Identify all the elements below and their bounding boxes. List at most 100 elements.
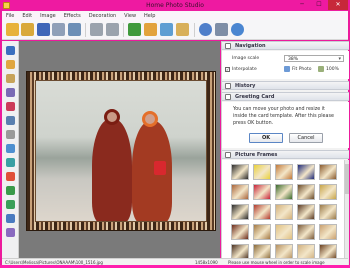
title-bar: Home Photo Studio ─ ☐ ✕ <box>0 0 350 11</box>
frame-thumbnail[interactable] <box>319 184 337 200</box>
menu-bar: File Edit Image Effects Decoration View … <box>2 11 348 20</box>
color-tool-icon[interactable] <box>6 172 15 181</box>
crop-tool-icon[interactable] <box>6 228 15 237</box>
frame-thumbnail[interactable] <box>297 164 315 180</box>
arrow-tool-icon[interactable] <box>6 46 15 55</box>
frame-thumbnail[interactable] <box>231 224 249 240</box>
save-icon[interactable] <box>37 23 50 36</box>
person-figure <box>132 121 172 221</box>
minimize-button[interactable]: ─ <box>294 0 310 10</box>
scan-icon[interactable] <box>68 23 81 36</box>
help-icon[interactable] <box>199 23 212 36</box>
frame-thumbnail[interactable] <box>231 184 249 200</box>
fit-photo-label[interactable]: Fit Photo <box>292 67 312 72</box>
greeting-instructions: You can move your photo and resize it in… <box>233 107 334 126</box>
fit-photo-icon[interactable] <box>284 66 290 72</box>
menu-file[interactable]: File <box>2 13 18 19</box>
crop-icon[interactable] <box>176 23 189 36</box>
frames-grid <box>231 164 345 268</box>
file-path: C:\Users\Melissa\Pictures\ONAAAM\100_151… <box>5 260 103 265</box>
image-scale-label: Image scale <box>232 56 260 61</box>
rotate-tool-icon[interactable] <box>6 200 15 209</box>
navigation-header[interactable]: Navigation <box>222 41 349 50</box>
image-scale-select[interactable]: 38% ▾ <box>284 55 344 62</box>
frame-thumbnail[interactable] <box>275 164 293 180</box>
photo-icon[interactable] <box>21 23 34 36</box>
shape-tool-icon[interactable] <box>6 144 15 153</box>
photo[interactable] <box>35 80 207 222</box>
frame-thumbnail[interactable] <box>231 204 249 220</box>
menu-effects[interactable]: Effects <box>60 13 85 19</box>
toolbar-separator <box>194 23 195 37</box>
status-hint: Please use mouse wheel in order to scale… <box>228 260 325 265</box>
frame-thumbnail[interactable] <box>297 224 315 240</box>
frame-thumbnail[interactable] <box>275 184 293 200</box>
open-folder-icon[interactable] <box>6 23 19 36</box>
clone-tool-icon[interactable] <box>6 102 15 111</box>
left-toolbox <box>2 41 19 259</box>
history-header[interactable]: History <box>222 81 349 90</box>
frame-thumbnail[interactable] <box>275 204 293 220</box>
frame-thumbnail[interactable] <box>253 164 271 180</box>
ok-button[interactable]: OK <box>249 133 283 143</box>
layers-tool-icon[interactable] <box>6 186 15 195</box>
zoom-100-label[interactable]: 100% <box>326 67 339 72</box>
brush-tool-icon[interactable] <box>6 60 15 69</box>
frame-thumbnail[interactable] <box>253 224 271 240</box>
text-icon[interactable] <box>128 23 141 36</box>
menu-help[interactable]: Help <box>140 13 159 19</box>
undo-icon[interactable] <box>90 23 103 36</box>
palette-icon[interactable] <box>144 23 157 36</box>
interpolate-checkbox[interactable]: ✓ <box>225 67 230 72</box>
info-icon[interactable] <box>231 23 244 36</box>
greeting-card-header[interactable]: Greeting Card <box>222 92 349 101</box>
print-icon[interactable] <box>52 23 65 36</box>
settings-icon[interactable] <box>215 23 228 36</box>
toolbar <box>2 20 348 40</box>
frame-thumbnail[interactable] <box>319 164 337 180</box>
navigation-body: Image scale 38% ▾ ✓ Interpolate Fit Phot… <box>222 51 349 79</box>
app-window: Home Photo Studio ─ ☐ ✕ File Edit Image … <box>0 0 350 265</box>
right-panel: Navigation Image scale 38% ▾ ✓ Interpola… <box>221 41 349 265</box>
cancel-button[interactable]: Cancel <box>289 133 323 143</box>
fill-tool-icon[interactable] <box>6 116 15 125</box>
frame-thumbnail[interactable] <box>253 204 271 220</box>
navigation-title: Navigation <box>235 43 266 49</box>
history-title: History <box>235 83 256 89</box>
flip-tool-icon[interactable] <box>6 214 15 223</box>
person-head <box>142 111 158 127</box>
eye-tool-icon[interactable] <box>6 158 15 167</box>
frame-thumbnail[interactable] <box>319 204 337 220</box>
greeting-card-frame[interactable] <box>26 71 216 231</box>
scrollbar-thumb[interactable] <box>345 164 349 194</box>
menu-decoration[interactable]: Decoration <box>85 13 120 19</box>
toolbar-separator <box>123 23 124 37</box>
picture-frames-header[interactable]: Picture Frames <box>222 150 349 159</box>
maximize-button[interactable]: ☐ <box>311 0 327 10</box>
close-button[interactable]: ✕ <box>328 0 348 10</box>
menu-image[interactable]: Image <box>36 13 60 19</box>
image-scale-value: 38% <box>288 57 299 62</box>
eraser-tool-icon[interactable] <box>6 130 15 139</box>
image-canvas[interactable] <box>19 41 220 258</box>
frames-scrollbar[interactable] <box>344 160 349 265</box>
chevron-down-icon: ▾ <box>338 56 341 62</box>
menu-view[interactable]: View <box>120 13 140 19</box>
frame-thumbnail[interactable] <box>231 164 249 180</box>
picture-frames-body <box>222 160 349 265</box>
person-head <box>104 109 120 125</box>
redo-icon[interactable] <box>106 23 119 36</box>
frame-thumbnail[interactable] <box>275 224 293 240</box>
expand-icon <box>225 83 231 89</box>
pen-tool-icon[interactable] <box>6 88 15 97</box>
frame-thumbnail[interactable] <box>297 184 315 200</box>
frame-thumbnail[interactable] <box>297 204 315 220</box>
frame-thumbnail[interactable] <box>253 184 271 200</box>
landscape-icon[interactable] <box>160 23 173 36</box>
zoom-tool-icon[interactable] <box>6 74 15 83</box>
collapse-icon <box>225 43 231 49</box>
menu-edit[interactable]: Edit <box>18 13 36 19</box>
frame-thumbnail[interactable] <box>319 224 337 240</box>
zoom-100-icon[interactable] <box>318 66 324 72</box>
status-bar: C:\Users\Melissa\Pictures\ONAAAM\100_151… <box>2 258 348 265</box>
